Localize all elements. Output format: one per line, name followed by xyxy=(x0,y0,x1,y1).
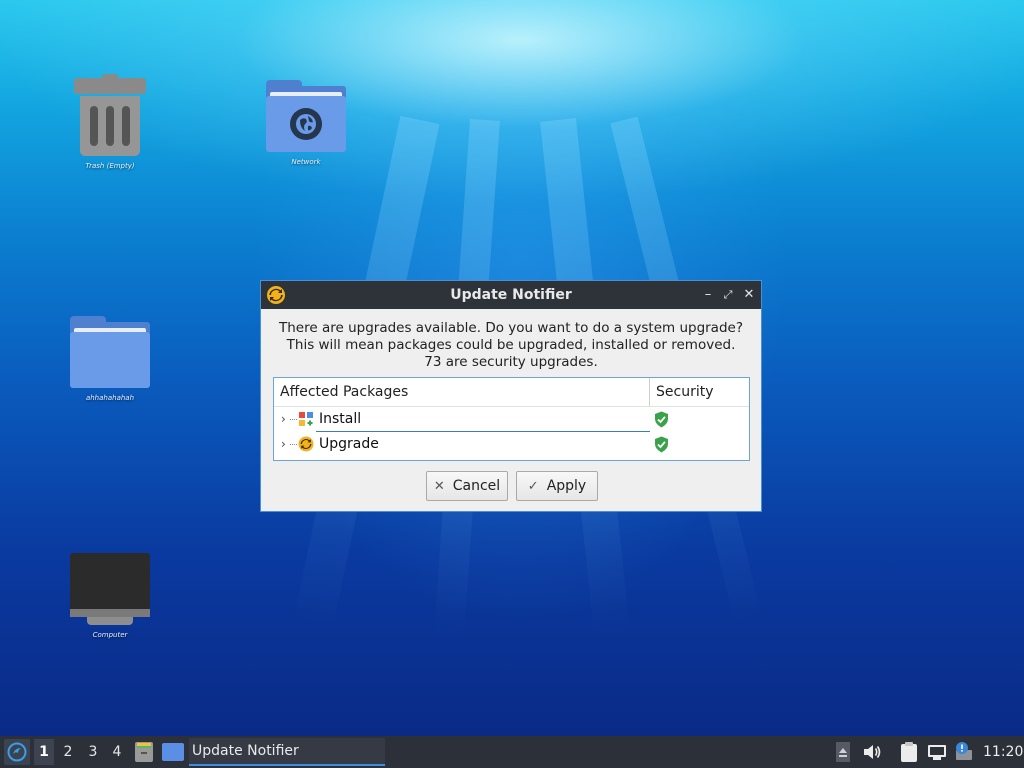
file-manager-launcher[interactable] xyxy=(134,741,154,763)
desktop-switch-1[interactable]: 1 xyxy=(37,744,51,760)
clipboard-icon[interactable] xyxy=(900,742,918,762)
expand-chevron-icon[interactable]: › xyxy=(281,412,289,426)
trash-icon xyxy=(60,74,160,156)
dialog-title: Update Notifier xyxy=(450,287,572,303)
checkmark-icon: ✓ xyxy=(527,478,539,494)
desktop-background: Trash (Empty) Network ahhahahahah Comput… xyxy=(0,0,1024,736)
taskbar: 1 2 3 4 Update Notifier 11:20 xyxy=(0,736,1024,768)
taskbar-window-label: Update Notifier xyxy=(192,743,299,759)
desktop-icon-network[interactable]: Network xyxy=(256,80,356,166)
close-icon: ✕ xyxy=(433,478,445,494)
shield-check-icon xyxy=(654,411,669,428)
column-separator xyxy=(649,378,650,406)
network-folder-icon xyxy=(266,80,346,152)
close-icon: ✕ xyxy=(743,287,755,302)
desktop-icon-folder[interactable]: ahhahahahah xyxy=(60,316,160,402)
clock[interactable]: 11:20 xyxy=(983,744,1023,760)
desktop-switch-2[interactable]: 2 xyxy=(61,744,75,760)
desktop-icon-label: Network xyxy=(291,158,321,166)
apply-button[interactable]: ✓ Apply xyxy=(516,471,598,501)
table-row-upgrade[interactable]: › Upgrade xyxy=(274,432,749,457)
network-tray-icon[interactable] xyxy=(927,742,947,762)
start-menu-button[interactable] xyxy=(4,739,30,765)
message-line: 73 are security upgrades. xyxy=(424,354,598,370)
tree-connector xyxy=(290,419,297,420)
update-notifier-dialog: Update Notifier – ⤢ ✕ There are upgrades… xyxy=(260,280,762,512)
desktop-switch-4[interactable]: 4 xyxy=(110,744,124,760)
minimize-button[interactable]: – xyxy=(699,286,717,304)
lubuntu-logo-icon xyxy=(7,742,27,762)
taskbar-window-update-notifier[interactable]: Update Notifier xyxy=(189,738,385,766)
desktop-icon-label: ahhahahahah xyxy=(85,394,135,402)
computer-icon xyxy=(60,553,160,625)
update-notification-icon[interactable] xyxy=(954,742,974,762)
table-row-install[interactable]: › Install xyxy=(274,407,749,432)
row-label: Upgrade xyxy=(319,436,379,452)
message-line: There are upgrades available. Do you wan… xyxy=(279,320,743,336)
column-header-security[interactable]: Security xyxy=(656,384,714,400)
dialog-titlebar[interactable]: Update Notifier – ⤢ ✕ xyxy=(261,281,761,309)
globe-icon xyxy=(290,108,322,140)
install-package-icon xyxy=(298,411,314,427)
table-header: Affected Packages Security xyxy=(274,378,749,407)
dialog-message: There are upgrades available. Do you wan… xyxy=(261,309,761,371)
affected-packages-table[interactable]: Affected Packages Security › Install › U… xyxy=(273,377,750,461)
maximize-icon: ⤢ xyxy=(723,288,733,301)
desktop-icon-label: Trash (Empty) xyxy=(85,162,135,170)
apply-button-label: Apply xyxy=(546,478,587,494)
message-line: This will mean packages could be upgrade… xyxy=(286,337,736,353)
folder-icon xyxy=(70,316,150,388)
column-header-affected-packages[interactable]: Affected Packages xyxy=(280,384,408,400)
volume-icon[interactable] xyxy=(862,742,882,762)
row-label: Install xyxy=(319,411,362,427)
maximize-button[interactable]: ⤢ xyxy=(719,286,737,304)
upgrade-package-icon xyxy=(298,436,314,452)
minimize-icon: – xyxy=(704,287,712,302)
tree-connector xyxy=(290,444,297,445)
desktop-icon-label: Computer xyxy=(92,631,128,639)
expand-chevron-icon[interactable]: › xyxy=(281,437,289,451)
cancel-button[interactable]: ✕ Cancel xyxy=(426,471,508,501)
file-manager-icon xyxy=(135,742,153,762)
shield-check-icon xyxy=(654,436,669,453)
tray-eject-icon[interactable] xyxy=(836,742,850,762)
close-button[interactable]: ✕ xyxy=(740,286,758,304)
desktop-icon-computer[interactable]: Computer xyxy=(60,553,160,639)
desktop-icon-trash[interactable]: Trash (Empty) xyxy=(60,74,160,170)
cancel-button-label: Cancel xyxy=(452,478,501,494)
desktop-switch-3[interactable]: 3 xyxy=(86,744,100,760)
show-desktop-button[interactable] xyxy=(162,743,184,761)
